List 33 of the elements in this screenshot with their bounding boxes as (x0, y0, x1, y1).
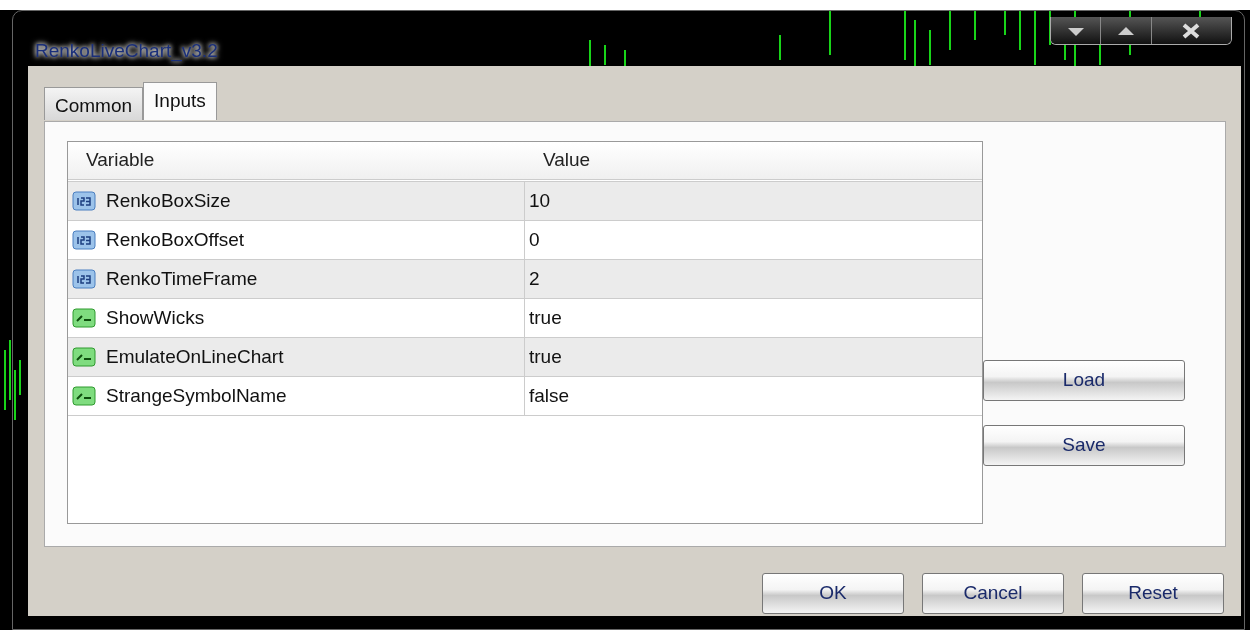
variable-name: StrangeSymbolName (106, 383, 287, 408)
tab[interactable]: Inputs (143, 82, 217, 120)
number-icon (72, 268, 96, 290)
close-icon (1181, 22, 1202, 39)
number-icon (72, 190, 96, 212)
variable-name: RenkoBoxOffset (106, 227, 244, 252)
close-button[interactable] (1151, 17, 1231, 44)
dialog-button[interactable]: Cancel (922, 573, 1064, 614)
variable-value[interactable]: true (529, 303, 562, 333)
file-button[interactable]: Save (983, 425, 1185, 466)
column-header: Variable (85, 148, 156, 173)
minimize-button[interactable] (1051, 17, 1102, 44)
variable-value[interactable]: true (529, 342, 562, 372)
number-icon (72, 229, 96, 251)
variable-name: RenkoTimeFrame (106, 266, 258, 291)
variable-value[interactable]: 0 (529, 225, 540, 255)
variable-name: RenkoBoxSize (106, 188, 231, 213)
variable-value[interactable]: false (529, 381, 570, 411)
file-button[interactable]: Load (983, 360, 1185, 401)
window-title: RenkoLiveChart_v3.2 (35, 39, 218, 64)
dialog-button[interactable]: Reset (1082, 573, 1224, 614)
tab[interactable]: Common (44, 87, 144, 120)
variable-name: ShowWicks (106, 305, 205, 330)
toggle-icon (72, 307, 96, 329)
toggle-icon (72, 385, 96, 407)
variable-name: EmulateOnLineChart (106, 344, 284, 369)
toggle-icon (72, 346, 96, 368)
maximize-button[interactable] (1101, 17, 1152, 44)
variable-value[interactable]: 10 (529, 186, 551, 216)
column-header: Value (542, 148, 592, 173)
dialog-button[interactable]: OK (762, 573, 904, 614)
variable-value[interactable]: 2 (529, 264, 540, 294)
maximize-icon (1116, 24, 1137, 37)
